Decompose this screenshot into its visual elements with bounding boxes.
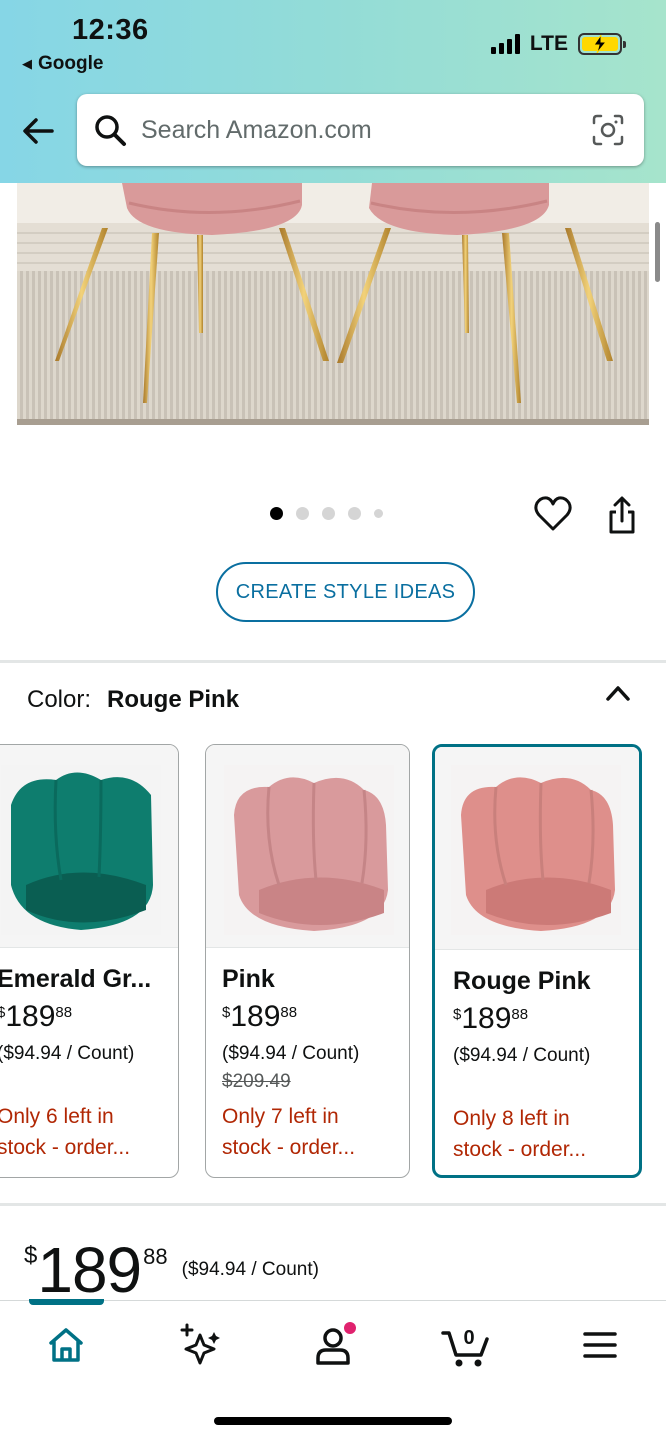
price-whole: 189 xyxy=(37,1234,142,1306)
price-whole: 189 xyxy=(5,1000,56,1033)
color-option-image xyxy=(206,745,409,948)
stock-warning-line2: stock - order... xyxy=(0,1136,131,1159)
price-cents: 88 xyxy=(143,1244,168,1269)
stock-warning-line1: Only 7 left in xyxy=(222,1105,339,1128)
color-option-price: $ 189 88 xyxy=(222,1002,359,1032)
carousel-dot-5[interactable] xyxy=(374,509,383,518)
color-label: Color: xyxy=(27,686,92,713)
carousel-dot-1[interactable] xyxy=(270,507,283,520)
stock-warning-line2: stock - order... xyxy=(222,1136,356,1159)
color-option-list-price: $209.49 xyxy=(222,1071,291,1092)
color-option-details: Rouge Pink $ 189 88 ($94.94 / Count) Onl… xyxy=(453,967,591,1165)
color-option-emerald[interactable]: Emerald Gr... $ 189 88 ($94.94 / Count) … xyxy=(0,744,179,1178)
ai-sparkle-icon[interactable] xyxy=(176,1321,224,1369)
section-divider xyxy=(0,1203,666,1206)
back-arrow-icon[interactable] xyxy=(20,113,56,149)
status-time: 12:36 xyxy=(72,14,149,46)
color-option-list-price xyxy=(0,1071,151,1095)
rouge-pink-chair-thumbnail xyxy=(451,765,621,935)
color-selector-header[interactable]: Color: Rouge Pink xyxy=(27,686,239,714)
price-cents: 88 xyxy=(511,1006,529,1023)
stock-warning-line2: stock - order... xyxy=(453,1138,587,1161)
bottom-nav: 0 xyxy=(0,1299,666,1440)
color-option-price: $ 189 88 xyxy=(453,1004,591,1034)
product-photo-chairs xyxy=(17,183,649,425)
price-symbol: $ xyxy=(222,1004,231,1021)
color-option-details: Emerald Gr... $ 189 88 ($94.94 / Count) … xyxy=(0,965,151,1163)
search-icon xyxy=(95,115,126,146)
signal-icon xyxy=(490,34,520,54)
section-divider xyxy=(0,660,666,663)
color-option-pink[interactable]: Pink $ 189 88 ($94.94 / Count) $209.49 O… xyxy=(205,744,410,1178)
price-cents: 88 xyxy=(280,1004,298,1021)
battery-charging-icon xyxy=(578,33,626,55)
color-option-details: Pink $ 189 88 ($94.94 / Count) $209.49 O… xyxy=(222,965,359,1163)
camera-lens-icon[interactable] xyxy=(590,112,626,148)
price-whole: 189 xyxy=(230,1000,281,1033)
carousel-dot-4[interactable] xyxy=(348,507,361,520)
color-option-name: Emerald Gr... xyxy=(0,965,152,993)
home-icon[interactable] xyxy=(42,1321,90,1369)
color-option-price: $ 189 88 xyxy=(0,1002,151,1032)
scrollbar[interactable] xyxy=(655,222,660,282)
network-type: LTE xyxy=(529,32,568,55)
cart-icon[interactable]: 0 xyxy=(441,1321,493,1369)
price-symbol: $ xyxy=(453,1006,462,1023)
main-unit-price: ($94.94 / Count) xyxy=(181,1259,319,1280)
main-price: $ 189 88 ($94.94 / Count) xyxy=(24,1238,319,1302)
share-icon[interactable] xyxy=(603,495,641,535)
color-option-unit-price: ($94.94 / Count) xyxy=(222,1043,360,1064)
app-header: 12:36 ◀ Google LTE Search Amazon.com xyxy=(0,0,666,183)
product-image[interactable] xyxy=(17,183,649,425)
heart-icon[interactable] xyxy=(533,495,573,533)
color-option-list-price xyxy=(453,1073,591,1097)
stock-warning-line1: Only 8 left in xyxy=(453,1107,570,1130)
color-option-name: Rouge Pink xyxy=(453,967,591,995)
pink-chair-thumbnail xyxy=(224,765,394,935)
status-indicators: LTE xyxy=(490,32,626,56)
search-placeholder: Search Amazon.com xyxy=(141,115,372,144)
color-option-rouge-pink[interactable]: Rouge Pink $ 189 88 ($94.94 / Count) Onl… xyxy=(432,744,642,1178)
back-app-name: Google xyxy=(38,53,104,74)
back-triangle-icon: ◀ xyxy=(22,56,32,71)
account-icon[interactable] xyxy=(309,1321,357,1369)
selected-color-value: Rouge Pink xyxy=(107,686,240,713)
emerald-chair-thumbnail xyxy=(1,765,161,935)
carousel-dots xyxy=(270,507,383,520)
color-option-name: Pink xyxy=(222,965,275,993)
cart-count: 0 xyxy=(463,1327,474,1349)
price-symbol: $ xyxy=(24,1242,38,1269)
notification-dot xyxy=(344,1322,356,1334)
color-option-image xyxy=(435,747,639,950)
back-to-app-link[interactable]: ◀ Google xyxy=(22,53,103,75)
search-input[interactable]: Search Amazon.com xyxy=(77,94,644,166)
menu-icon[interactable] xyxy=(576,1321,624,1369)
price-whole: 189 xyxy=(461,1002,512,1035)
color-option-unit-price: ($94.94 / Count) xyxy=(453,1045,591,1066)
price-cents: 88 xyxy=(55,1004,73,1021)
stock-warning-line1: Only 6 left in xyxy=(0,1105,114,1128)
carousel-dot-2[interactable] xyxy=(296,507,309,520)
color-option-unit-price: ($94.94 / Count) xyxy=(0,1043,135,1064)
chevron-up-icon[interactable] xyxy=(604,682,632,704)
color-option-image xyxy=(0,745,178,948)
create-style-ideas-button[interactable]: CREATE STYLE IDEAS xyxy=(216,562,475,622)
active-tab-indicator xyxy=(29,1299,104,1305)
home-indicator[interactable] xyxy=(214,1417,452,1425)
carousel-dot-3[interactable] xyxy=(322,507,335,520)
